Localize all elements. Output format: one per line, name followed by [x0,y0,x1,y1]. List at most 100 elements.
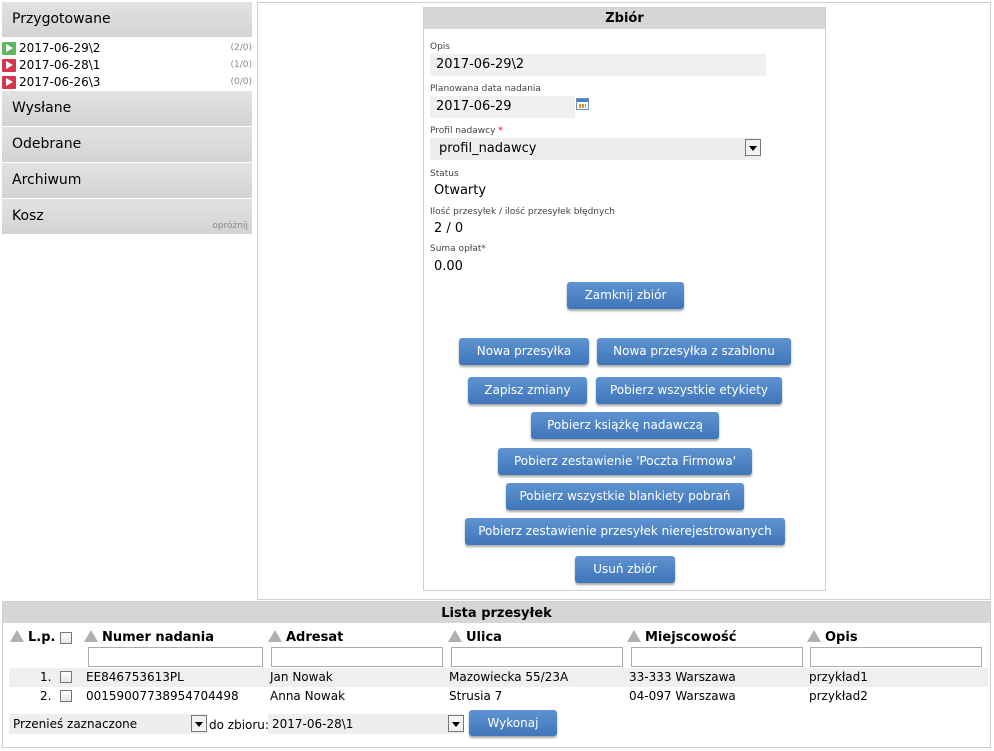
set-item-label: 2017-06-29\2 [19,41,101,55]
close-set-button[interactable]: Zamknij zbiór [567,282,684,309]
status-label: Status [430,169,459,179]
new-from-template-button[interactable]: Nowa przesyłka z szablonu [597,338,791,365]
row-lp: 1. [40,670,52,684]
delete-set-button[interactable]: Usuń zbiór [575,556,675,583]
list-title: Lista przesyłek [3,602,990,623]
row-lp: 2. [40,689,52,703]
sidebar: Przygotowane 2017-06-29\2 (2/0) 2017-06-… [2,2,252,235]
execute-button[interactable]: Wykonaj [469,710,557,736]
count-label: Ilość przesyłek / ilość przesyłek błędny… [430,207,615,217]
filter-desc-input[interactable] [810,647,982,667]
sort-icon[interactable] [84,630,98,642]
to-set-label: do zbioru: [209,718,269,732]
date-input[interactable]: 2017-06-29 [430,96,575,118]
required-mark: * [498,126,503,136]
play-flag-icon [2,59,16,72]
get-unregistered-button[interactable]: Pobierz zestawienie przesyłek nierejestr… [465,518,785,545]
sort-icon[interactable] [268,630,282,642]
profile-label: Profil nadawcy * [430,126,503,136]
filter-number-input[interactable] [88,647,263,667]
set-form: Zbiór Opis 2017-06-29\2 Planowana data n… [423,7,826,591]
target-set-value: 2017-06-28\1 [272,717,354,731]
set-item[interactable]: 2017-06-26\3 (0/0) [2,74,252,91]
chevron-down-icon[interactable] [745,139,761,156]
fees-value: 0.00 [434,259,463,274]
row-city: 33-333 Warszawa [629,670,736,684]
row-city: 04-097 Warszawa [629,689,736,703]
prepared-sets-list: 2017-06-29\2 (2/0) 2017-06-28\1 (1/0) 20… [2,38,252,91]
new-shipment-button[interactable]: Nowa przesyłka [459,338,589,365]
table-row[interactable]: 2. 00159007738954704498 Anna Nowak Strus… [9,687,988,706]
status-value: Otwarty [434,183,487,198]
fees-label: Suma opłat* [430,244,486,254]
sort-icon[interactable] [448,630,462,642]
count-value: 2 / 0 [434,221,464,236]
chevron-down-icon[interactable] [448,715,464,732]
set-item-label: 2017-06-28\1 [19,58,101,72]
get-blanks-button[interactable]: Pobierz wszystkie blankiety pobrań [506,483,744,510]
col-header-city[interactable]: Miejscowość [627,630,736,645]
save-changes-button[interactable]: Zapisz zmiany [468,377,587,404]
sort-icon[interactable] [10,630,24,642]
profile-select[interactable]: profil_nadawcy [430,138,761,160]
row-street: Mazowiecka 55/23A [449,670,569,684]
sidebar-item-trash[interactable]: Kosz opróżnij [2,199,252,235]
get-book-button[interactable]: Pobierz książkę nadawczą [531,412,719,439]
col-header-label: Adresat [286,630,344,645]
sidebar-item-prepared[interactable]: Przygotowane [2,2,252,38]
sidebar-item-label: Kosz [12,208,44,224]
calendar-icon[interactable] [576,98,589,110]
get-labels-button[interactable]: Pobierz wszystkie etykiety [596,377,782,404]
row-addressee: Anna Nowak [270,689,346,703]
desc-input[interactable]: 2017-06-29\2 [430,54,766,76]
sort-icon[interactable] [807,630,821,642]
col-header-street[interactable]: Ulica [448,630,502,645]
play-flag-icon [2,76,16,89]
profile-label-text: Profil nadawcy [430,126,496,136]
sort-icon[interactable] [627,630,641,642]
col-header-label: Opis [825,630,858,645]
row-desc: przykład2 [809,689,868,703]
col-header-addressee[interactable]: Adresat [268,630,343,645]
sidebar-item-received[interactable]: Odebrane [2,127,252,163]
set-item-count: (0/0) [230,77,252,87]
col-header-number[interactable]: Numer nadania [84,630,214,645]
col-header-lp[interactable]: L.p. [10,630,55,645]
target-set-select[interactable]: 2017-06-28\1 [268,714,464,734]
set-item-label: 2017-06-26\3 [19,75,101,89]
row-checkbox[interactable] [60,671,72,683]
empty-trash-link[interactable]: opróżnij [212,221,248,231]
row-street: Strusia 7 [449,689,503,703]
col-header-label: L.p. [28,630,56,645]
row-number: EE846753613PL [86,670,184,684]
main-panel: Zbiór Opis 2017-06-29\2 Planowana data n… [257,2,991,600]
shipment-list: Lista przesyłek L.p. Numer nadania Adres… [2,601,991,748]
bulk-action-value: Przenieś zaznaczone [13,717,138,731]
play-flag-icon [2,42,16,55]
set-item[interactable]: 2017-06-28\1 (1/0) [2,57,252,74]
form-title: Zbiór [424,8,825,29]
select-all-checkbox[interactable] [60,632,72,644]
row-addressee: Jan Nowak [270,670,333,684]
col-header-desc[interactable]: Opis [807,630,858,645]
sidebar-item-archive[interactable]: Archiwum [2,163,252,199]
col-header-label: Ulica [466,630,502,645]
row-desc: przykład1 [809,670,868,684]
filter-street-input[interactable] [451,647,623,667]
chevron-down-icon[interactable] [191,715,207,732]
sidebar-item-sent[interactable]: Wysłane [2,91,252,127]
date-label: Planowana data nadania [430,84,541,94]
filter-addressee-input[interactable] [271,647,443,667]
table-row[interactable]: 1. EE846753613PL Jan Nowak Mazowiecka 55… [9,668,988,687]
get-firmowa-button[interactable]: Pobierz zestawienie 'Poczta Firmowa' [498,448,752,475]
filter-city-input[interactable] [631,647,803,667]
row-checkbox[interactable] [60,690,72,702]
bulk-action-select[interactable]: Przenieś zaznaczone [9,714,207,734]
desc-label: Opis [430,42,450,52]
set-item-count: (1/0) [230,60,252,70]
col-header-label: Miejscowość [645,630,737,645]
sidebar-section-prepared: Przygotowane 2017-06-29\2 (2/0) 2017-06-… [2,2,252,91]
set-item-count: (2/0) [230,43,252,53]
col-header-label: Numer nadania [102,630,215,645]
set-item[interactable]: 2017-06-29\2 (2/0) [2,40,252,57]
